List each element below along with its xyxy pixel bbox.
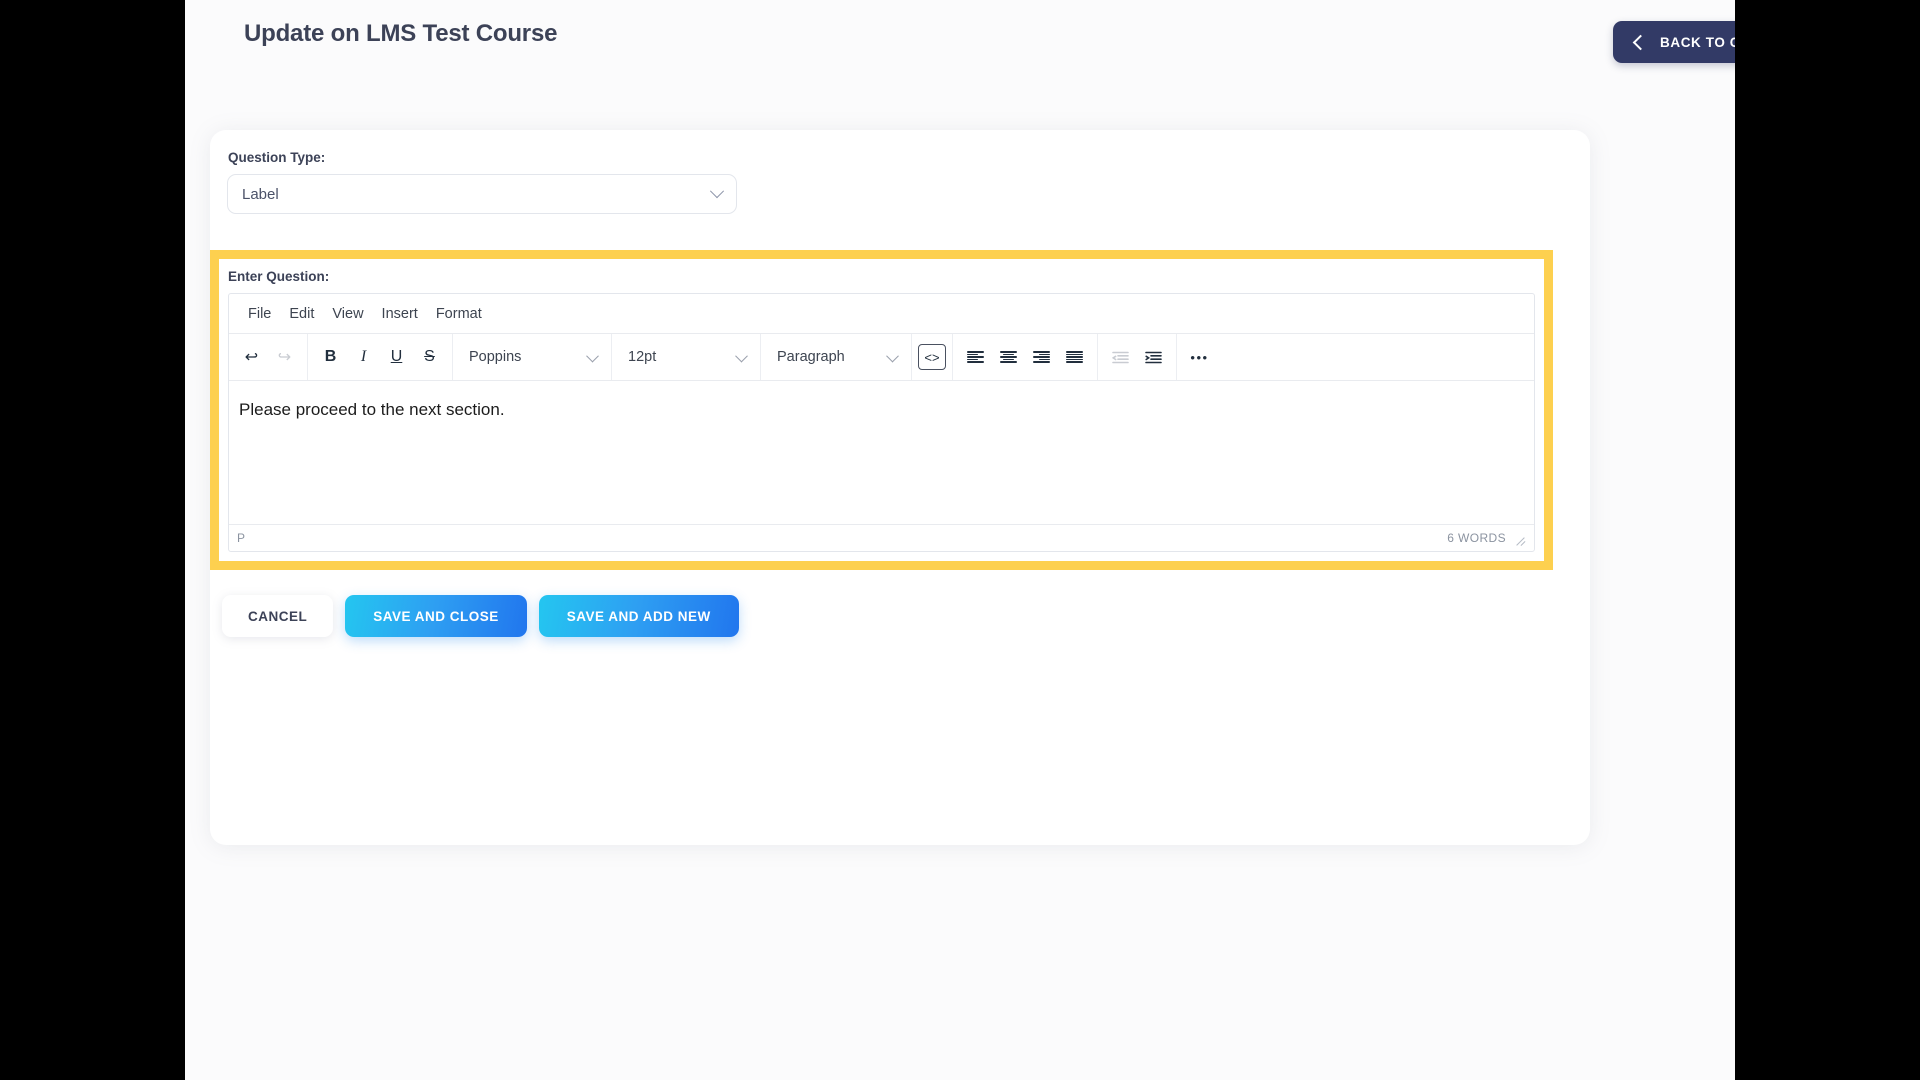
- resize-grip-icon[interactable]: [1514, 532, 1526, 544]
- block-format-value: Paragraph: [777, 349, 845, 365]
- strikethrough-icon[interactable]: S: [413, 342, 446, 372]
- question-type-value: Label: [242, 185, 279, 203]
- menu-format[interactable]: Format: [427, 302, 491, 326]
- font-family-select[interactable]: Poppins: [459, 342, 605, 372]
- more-options-group: •••: [1177, 334, 1222, 380]
- indent-group: [1098, 334, 1177, 380]
- cancel-button[interactable]: CANCEL: [222, 595, 334, 637]
- align-justify-icon[interactable]: [1058, 342, 1091, 372]
- save-and-add-new-button[interactable]: SAVE AND ADD NEW: [538, 595, 739, 637]
- menu-file[interactable]: File: [239, 302, 280, 326]
- underline-icon[interactable]: U: [380, 342, 413, 372]
- font-size-value: 12pt: [628, 349, 657, 365]
- source-code-icon[interactable]: <>: [918, 344, 946, 370]
- chevron-down-icon: [886, 349, 899, 362]
- align-center-icon[interactable]: [992, 342, 1025, 372]
- redo-icon[interactable]: ↪: [268, 342, 301, 372]
- outdent-icon[interactable]: [1104, 342, 1137, 372]
- text-style-group: B I U S: [308, 334, 453, 380]
- back-to-course-button[interactable]: BACK TO C: [1613, 21, 1735, 63]
- undo-icon[interactable]: ↩: [235, 342, 268, 372]
- enter-question-label: Enter Question:: [228, 269, 330, 284]
- screen: Update on LMS Test Course BACK TO C Ques…: [0, 0, 1920, 1080]
- block-format-select[interactable]: Paragraph: [767, 342, 905, 372]
- back-button-label: BACK TO C: [1660, 34, 1735, 50]
- editor-content-area[interactable]: Please proceed to the next section.: [229, 381, 1534, 524]
- align-left-icon[interactable]: [959, 342, 992, 372]
- menu-view[interactable]: View: [323, 302, 372, 326]
- question-type-label: Question Type:: [228, 150, 326, 165]
- page-title: Update on LMS Test Course: [244, 20, 558, 47]
- chevron-left-icon: [1632, 34, 1649, 50]
- word-count: 6 WORDS: [1447, 531, 1506, 545]
- block-format-group: Paragraph: [761, 334, 912, 380]
- page-viewport: Update on LMS Test Course BACK TO C Ques…: [185, 0, 1735, 1080]
- italic-icon[interactable]: I: [347, 342, 380, 372]
- source-code-group: <>: [912, 334, 953, 380]
- bold-icon[interactable]: B: [314, 342, 347, 372]
- font-family-group: Poppins: [453, 334, 612, 380]
- editor-menubar: File Edit View Insert Format: [229, 294, 1534, 334]
- menu-insert[interactable]: Insert: [373, 302, 427, 326]
- editor-paragraph: Please proceed to the next section.: [239, 400, 505, 419]
- chevron-down-icon: [709, 184, 725, 199]
- history-group: ↩ ↪: [229, 334, 308, 380]
- font-family-value: Poppins: [469, 349, 522, 365]
- more-options-icon[interactable]: •••: [1183, 342, 1216, 372]
- chevron-down-icon: [735, 349, 748, 362]
- editor-statusbar: P 6 WORDS: [229, 524, 1534, 551]
- save-and-close-button[interactable]: SAVE AND CLOSE: [345, 595, 527, 637]
- rich-text-editor: File Edit View Insert Format ↩ ↪ B I U S…: [228, 293, 1535, 552]
- question-type-select[interactable]: Label: [227, 174, 737, 214]
- align-right-icon[interactable]: [1025, 342, 1058, 372]
- question-editor-card: Question Type: Label Enter Question: Fil…: [210, 130, 1590, 845]
- indent-icon[interactable]: [1137, 342, 1170, 372]
- form-actions: CANCEL SAVE AND CLOSE SAVE AND ADD NEW: [222, 595, 739, 637]
- menu-edit[interactable]: Edit: [280, 302, 323, 326]
- font-size-select[interactable]: 12pt: [618, 342, 754, 372]
- element-path[interactable]: P: [237, 531, 1447, 545]
- alignment-group: [953, 334, 1098, 380]
- editor-toolbar: ↩ ↪ B I U S Poppins 12pt Paragraph <> ••…: [229, 334, 1534, 381]
- enter-question-highlight: Enter Question: File Edit View Insert Fo…: [210, 250, 1553, 570]
- font-size-group: 12pt: [612, 334, 761, 380]
- chevron-down-icon: [586, 349, 599, 362]
